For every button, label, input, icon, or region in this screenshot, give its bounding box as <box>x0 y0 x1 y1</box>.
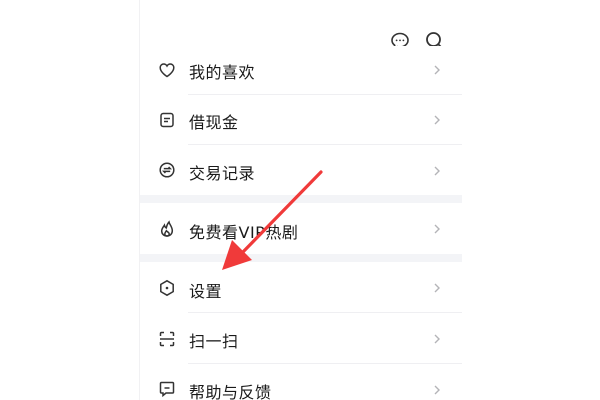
exchange-icon <box>158 161 176 179</box>
chevron-right-icon <box>432 282 442 294</box>
chevron-right-icon <box>432 384 442 396</box>
chevron-right-icon <box>432 114 442 126</box>
section-gap <box>140 254 462 262</box>
profile-menu-panel: 我的喜欢 借现金 交易记录 免费看VIP热剧 设置 扫一扫 帮助与反馈 <box>139 0 462 400</box>
settings-hexagon-icon <box>158 279 176 297</box>
menu-item-label: 借现金 <box>189 113 239 132</box>
heart-icon <box>158 61 176 79</box>
chevron-right-icon <box>432 64 442 76</box>
menu-item-label: 扫一扫 <box>189 332 239 351</box>
menu-item-label: 我的喜欢 <box>189 63 256 82</box>
top-bar <box>140 0 462 51</box>
flame-icon <box>158 220 176 238</box>
menu-item-scan[interactable]: 扫一扫 <box>140 313 462 363</box>
menu-item-help-feedback[interactable]: 帮助与反馈 <box>140 364 462 400</box>
menu-item-settings[interactable]: 设置 <box>140 262 462 312</box>
section-gap <box>140 195 462 203</box>
menu-item-label: 帮助与反馈 <box>189 383 272 400</box>
menu-item-favorites[interactable]: 我的喜欢 <box>140 46 462 94</box>
menu-item-borrow-cash[interactable]: 借现金 <box>140 95 462 144</box>
scan-icon <box>158 330 176 348</box>
chevron-right-icon <box>432 223 442 235</box>
menu-item-transactions[interactable]: 交易记录 <box>140 145 462 195</box>
note-icon <box>158 111 176 129</box>
chevron-right-icon <box>432 333 442 345</box>
feedback-icon <box>158 380 176 398</box>
menu-item-label: 设置 <box>189 282 223 301</box>
menu-item-label: 交易记录 <box>189 164 256 183</box>
menu-item-free-vip-drama[interactable]: 免费看VIP热剧 <box>140 203 462 254</box>
menu-item-label: 免费看VIP热剧 <box>189 223 299 242</box>
chevron-right-icon <box>432 165 442 177</box>
